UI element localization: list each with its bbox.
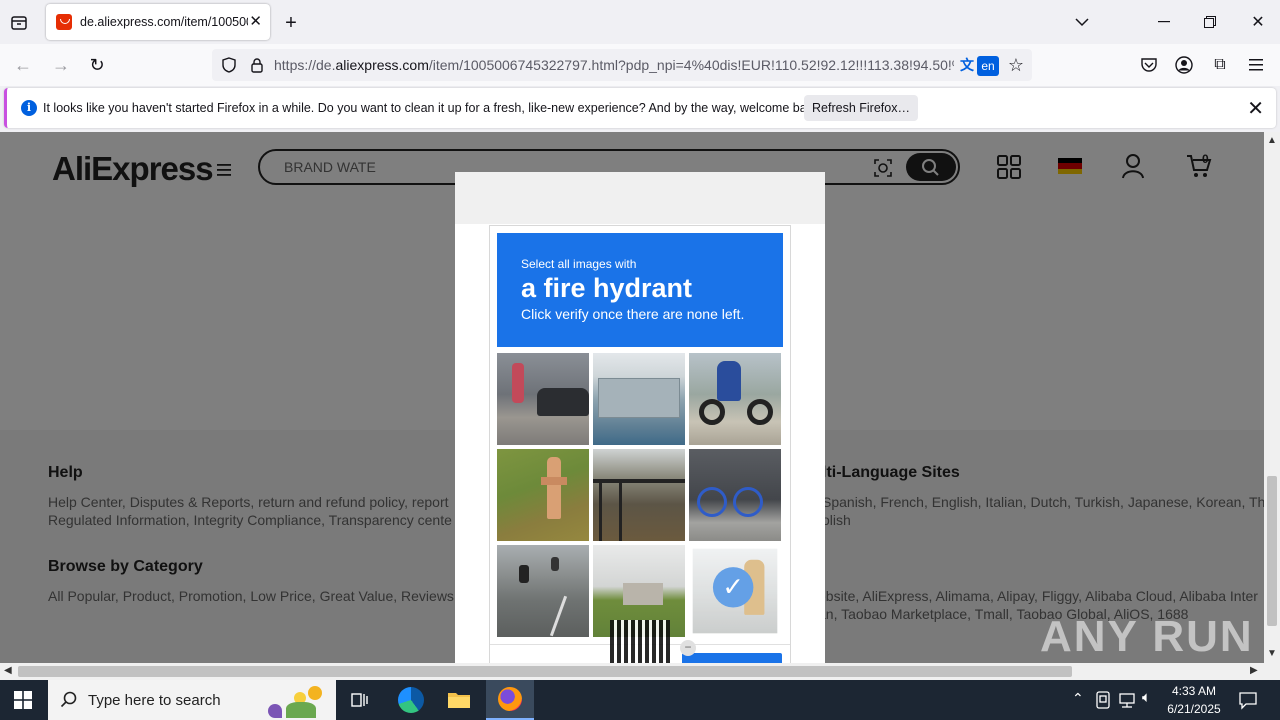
tray-chevron-up-icon[interactable]: ⌃	[1072, 690, 1084, 707]
url-domain: aliexpress.com	[335, 57, 429, 73]
bookmark-star-icon[interactable]: ☆	[1006, 55, 1026, 75]
pocket-icon[interactable]	[1138, 54, 1160, 76]
captcha-tile[interactable]	[689, 353, 781, 445]
captcha-target-object: a fire hydrant	[521, 273, 693, 303]
file-explorer-icon[interactable]	[447, 690, 471, 710]
refresh-firefox-button[interactable]: Refresh Firefox…	[804, 95, 918, 121]
reload-icon[interactable]: ↻	[86, 54, 108, 76]
scroll-down-arrow-icon[interactable]: ▼	[1267, 648, 1277, 659]
vertical-scrollbar-thumb[interactable]	[1267, 476, 1277, 626]
info-icon: i	[21, 100, 37, 116]
minus-icon[interactable]: −	[680, 640, 696, 656]
notification-message: It looks like you haven't started Firefo…	[43, 101, 823, 115]
scroll-left-arrow-icon[interactable]: ◀	[4, 665, 12, 676]
network-icon[interactable]	[1118, 691, 1136, 709]
restore-icon[interactable]	[1198, 12, 1222, 32]
windows-start-icon[interactable]	[14, 691, 34, 711]
horizontal-scrollbar[interactable]: ◀ ▶	[0, 663, 1280, 680]
taskbar-search-placeholder: Type here to search	[88, 692, 221, 709]
captcha-modal: Select all images with a fire hydrant Cl…	[455, 172, 825, 663]
captcha-tile-selected[interactable]: ✓	[692, 548, 778, 634]
url-prefix: https://de.	[274, 57, 336, 73]
account-icon[interactable]	[1173, 54, 1195, 76]
translate-icon[interactable]: 文	[958, 56, 976, 74]
search-icon	[60, 691, 77, 708]
captcha-tile[interactable]	[497, 449, 589, 541]
tab-title: de.aliexpress.com/item/1005006	[80, 15, 248, 29]
new-tab-icon[interactable]: +	[280, 12, 302, 34]
anyrun-watermark: ANY RUN	[1040, 612, 1254, 661]
tab-list-icon[interactable]	[8, 12, 30, 34]
task-view-icon[interactable]	[350, 690, 370, 710]
captcha-instruction-line3: Click verify once there are none left.	[521, 306, 745, 322]
search-highlight-flowers-icon	[268, 684, 330, 718]
taskbar-date[interactable]: 6/21/2025	[1164, 702, 1224, 716]
web-page: AliExpress BRAND WATE 0 Help Help Center…	[0, 132, 1264, 663]
captcha-tile[interactable]	[497, 545, 589, 637]
qr-code	[610, 620, 670, 663]
captcha-instructions: Select all images with a fire hydrant Cl…	[497, 233, 783, 347]
firefox-icon	[498, 687, 522, 711]
volume-icon[interactable]: 🔈︎	[1142, 689, 1151, 706]
tab-close-icon[interactable]: ✕	[249, 12, 262, 30]
navigation-toolbar: ← → ↻ https://de.aliexpress.com/item/100…	[0, 44, 1280, 86]
notifications-icon[interactable]	[1238, 690, 1258, 710]
url-bar[interactable]: https://de.aliexpress.com/item/100500674…	[212, 49, 1032, 81]
hamburger-menu-icon[interactable]	[1245, 54, 1267, 76]
verify-button[interactable]	[682, 653, 782, 663]
captcha-tile[interactable]	[593, 449, 685, 541]
tab-overflow-chevron-down-icon[interactable]	[1072, 12, 1092, 32]
vertical-scrollbar[interactable]: ▲ ▼	[1264, 132, 1280, 663]
minimize-icon[interactable]	[1152, 12, 1176, 32]
lock-icon[interactable]	[248, 56, 266, 74]
translate-language-badge[interactable]: en	[977, 56, 999, 76]
captcha-instruction-line1: Select all images with	[521, 257, 637, 271]
extensions-icon[interactable]: ⧉	[1209, 54, 1231, 76]
horizontal-scrollbar-thumb[interactable]	[18, 666, 1072, 677]
captcha-tile[interactable]	[497, 353, 589, 445]
tray-device-icon[interactable]	[1095, 691, 1111, 709]
firefox-taskbar-button[interactable]	[486, 680, 534, 720]
captcha-modal-header	[455, 172, 825, 224]
scroll-up-arrow-icon[interactable]: ▲	[1267, 135, 1277, 146]
aliexpress-favicon-icon	[56, 14, 72, 30]
taskbar-time[interactable]: 4:33 AM	[1164, 684, 1224, 698]
browser-tab-active[interactable]: de.aliexpress.com/item/1005006 ✕	[46, 4, 270, 40]
windows-taskbar: Type here to search ⌃ 🔈︎ 4:33 AM 6/21/20…	[0, 680, 1280, 720]
taskbar-search-box[interactable]: Type here to search	[48, 680, 336, 720]
recaptcha-challenge: Select all images with a fire hydrant Cl…	[489, 225, 791, 663]
forward-arrow-icon[interactable]: →	[50, 54, 72, 76]
notification-close-icon[interactable]: ✕	[1247, 96, 1264, 121]
back-arrow-icon[interactable]: ←	[12, 54, 34, 76]
captcha-tile[interactable]	[593, 353, 685, 445]
tracking-shield-icon[interactable]	[220, 56, 238, 74]
selected-checkmark-icon: ✓	[712, 567, 754, 608]
edge-browser-icon[interactable]	[398, 687, 424, 713]
tab-bar: de.aliexpress.com/item/1005006 ✕ + ✕	[0, 0, 1280, 44]
url-path: /item/1005006745322797.html?pdp_npi=4%40…	[428, 57, 954, 73]
url-text[interactable]: https://de.aliexpress.com/item/100500674…	[274, 57, 954, 73]
scroll-right-arrow-icon[interactable]: ▶	[1250, 665, 1258, 676]
captcha-tile[interactable]	[689, 449, 781, 541]
refresh-firefox-notification: i It looks like you haven't started Fire…	[4, 88, 1276, 128]
window-close-icon[interactable]: ✕	[1246, 12, 1270, 32]
